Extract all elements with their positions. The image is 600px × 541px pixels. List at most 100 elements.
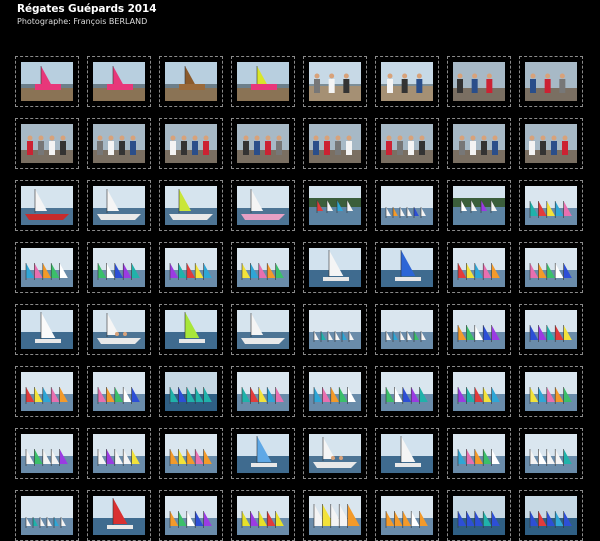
photo-thumbnail[interactable] (165, 62, 217, 101)
thumbnail-cell[interactable] (447, 428, 511, 479)
photo-thumbnail[interactable] (453, 372, 505, 411)
thumbnail-cell[interactable] (303, 428, 367, 479)
thumbnail-cell[interactable] (87, 118, 151, 169)
thumbnail-cell[interactable] (231, 490, 295, 541)
thumbnail-cell[interactable] (15, 180, 79, 231)
thumbnail-cell[interactable] (15, 118, 79, 169)
photo-thumbnail[interactable] (21, 496, 73, 535)
thumbnail-cell[interactable] (231, 366, 295, 417)
photo-thumbnail[interactable] (381, 496, 433, 535)
thumbnail-cell[interactable] (375, 118, 439, 169)
photo-thumbnail[interactable] (93, 248, 145, 287)
photo-thumbnail[interactable] (165, 248, 217, 287)
thumbnail-cell[interactable] (87, 490, 151, 541)
thumbnail-cell[interactable] (375, 180, 439, 231)
photo-thumbnail[interactable] (453, 434, 505, 473)
photo-thumbnail[interactable] (93, 186, 145, 225)
photo-thumbnail[interactable] (381, 310, 433, 349)
photo-thumbnail[interactable] (453, 186, 505, 225)
photo-thumbnail[interactable] (525, 496, 577, 535)
photo-thumbnail[interactable] (309, 62, 361, 101)
thumbnail-cell[interactable] (519, 56, 583, 107)
photo-thumbnail[interactable] (309, 496, 361, 535)
photo-thumbnail[interactable] (453, 124, 505, 163)
thumbnail-cell[interactable] (159, 490, 223, 541)
thumbnail-cell[interactable] (87, 366, 151, 417)
photo-thumbnail[interactable] (309, 124, 361, 163)
thumbnail-cell[interactable] (303, 366, 367, 417)
thumbnail-cell[interactable] (519, 118, 583, 169)
thumbnail-cell[interactable] (519, 242, 583, 293)
photo-thumbnail[interactable] (453, 496, 505, 535)
thumbnail-cell[interactable] (375, 242, 439, 293)
photo-thumbnail[interactable] (21, 434, 73, 473)
photo-thumbnail[interactable] (21, 310, 73, 349)
thumbnail-cell[interactable] (375, 56, 439, 107)
thumbnail-cell[interactable] (87, 428, 151, 479)
photo-thumbnail[interactable] (237, 248, 289, 287)
thumbnail-cell[interactable] (447, 180, 511, 231)
photo-thumbnail[interactable] (237, 372, 289, 411)
photo-thumbnail[interactable] (21, 124, 73, 163)
thumbnail-cell[interactable] (15, 56, 79, 107)
thumbnail-cell[interactable] (87, 56, 151, 107)
thumbnail-cell[interactable] (231, 118, 295, 169)
thumbnail-cell[interactable] (231, 242, 295, 293)
thumbnail-cell[interactable] (303, 490, 367, 541)
thumbnail-cell[interactable] (519, 180, 583, 231)
photo-thumbnail[interactable] (165, 496, 217, 535)
photo-thumbnail[interactable] (525, 186, 577, 225)
photo-thumbnail[interactable] (525, 124, 577, 163)
thumbnail-cell[interactable] (159, 428, 223, 479)
thumbnail-cell[interactable] (15, 304, 79, 355)
photo-thumbnail[interactable] (237, 434, 289, 473)
thumbnail-cell[interactable] (87, 180, 151, 231)
photo-thumbnail[interactable] (525, 62, 577, 101)
photo-thumbnail[interactable] (453, 62, 505, 101)
thumbnail-cell[interactable] (303, 56, 367, 107)
thumbnail-cell[interactable] (447, 56, 511, 107)
photo-thumbnail[interactable] (381, 186, 433, 225)
photo-thumbnail[interactable] (309, 434, 361, 473)
thumbnail-cell[interactable] (447, 242, 511, 293)
photo-thumbnail[interactable] (525, 248, 577, 287)
photo-thumbnail[interactable] (381, 124, 433, 163)
thumbnail-cell[interactable] (231, 304, 295, 355)
thumbnail-cell[interactable] (375, 366, 439, 417)
thumbnail-cell[interactable] (15, 366, 79, 417)
thumbnail-cell[interactable] (15, 428, 79, 479)
photo-thumbnail[interactable] (309, 372, 361, 411)
thumbnail-cell[interactable] (447, 118, 511, 169)
photo-thumbnail[interactable] (21, 186, 73, 225)
thumbnail-cell[interactable] (159, 366, 223, 417)
thumbnail-cell[interactable] (519, 304, 583, 355)
photo-thumbnail[interactable] (309, 186, 361, 225)
photo-thumbnail[interactable] (237, 496, 289, 535)
photo-thumbnail[interactable] (309, 248, 361, 287)
thumbnail-cell[interactable] (231, 428, 295, 479)
photo-thumbnail[interactable] (93, 496, 145, 535)
photo-thumbnail[interactable] (165, 124, 217, 163)
photo-thumbnail[interactable] (453, 310, 505, 349)
thumbnail-cell[interactable] (231, 56, 295, 107)
thumbnail-cell[interactable] (303, 304, 367, 355)
thumbnail-cell[interactable] (447, 366, 511, 417)
photo-thumbnail[interactable] (165, 372, 217, 411)
thumbnail-cell[interactable] (15, 490, 79, 541)
photo-thumbnail[interactable] (93, 310, 145, 349)
thumbnail-cell[interactable] (519, 490, 583, 541)
photo-thumbnail[interactable] (525, 310, 577, 349)
photo-thumbnail[interactable] (165, 310, 217, 349)
photo-thumbnail[interactable] (381, 372, 433, 411)
thumbnail-cell[interactable] (159, 180, 223, 231)
photo-thumbnail[interactable] (237, 186, 289, 225)
thumbnail-cell[interactable] (87, 304, 151, 355)
thumbnail-cell[interactable] (159, 304, 223, 355)
thumbnail-cell[interactable] (375, 490, 439, 541)
thumbnail-cell[interactable] (15, 242, 79, 293)
photo-thumbnail[interactable] (165, 434, 217, 473)
photo-thumbnail[interactable] (237, 62, 289, 101)
thumbnail-cell[interactable] (447, 490, 511, 541)
thumbnail-cell[interactable] (303, 180, 367, 231)
photo-thumbnail[interactable] (381, 62, 433, 101)
